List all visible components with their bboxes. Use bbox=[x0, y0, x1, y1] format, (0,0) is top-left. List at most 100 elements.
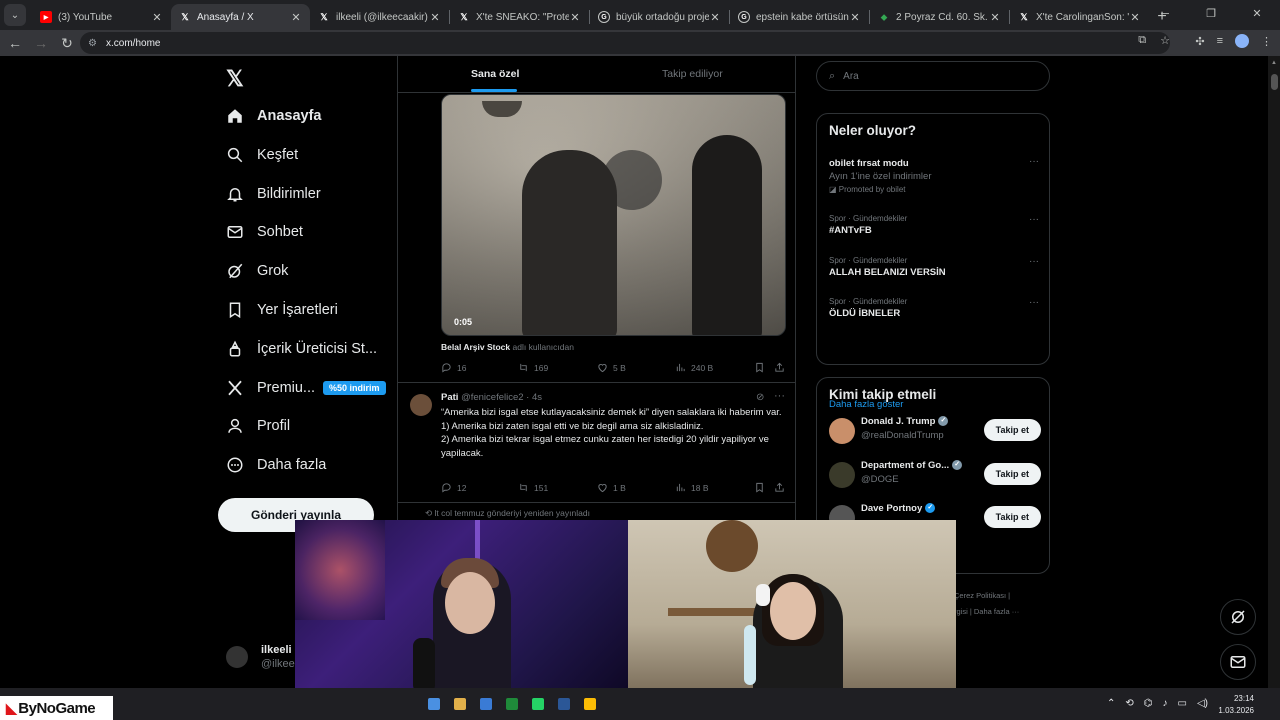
back-icon[interactable]: ← bbox=[2, 31, 28, 55]
repost-button[interactable]: 151 bbox=[518, 482, 548, 493]
close-window-icon[interactable]: ✕ bbox=[1234, 0, 1280, 28]
follow-suggestion[interactable]: Department of Go... ✓ @DOGE Takip et bbox=[829, 460, 1041, 490]
browser-tab[interactable]: 𝕏 X'te SNEAKO: "Protect Tur✕ bbox=[450, 4, 589, 30]
nav-item-person[interactable]: Profil bbox=[226, 413, 290, 439]
suggestion-avatar[interactable] bbox=[829, 418, 855, 444]
nav-item-creator-studio[interactable]: İçerik Üreticisi St... bbox=[226, 336, 377, 362]
taskbar-app-icon[interactable] bbox=[506, 698, 518, 710]
follow-button[interactable]: Takip et bbox=[983, 419, 1041, 441]
taskbar-app-icon[interactable] bbox=[480, 698, 492, 710]
site-info-icon[interactable]: ⚙ bbox=[88, 38, 100, 49]
scroll-thumb[interactable] bbox=[1271, 74, 1278, 90]
close-tab-icon[interactable]: ✕ bbox=[849, 11, 861, 24]
tab-following[interactable]: Takip ediliyor bbox=[662, 68, 723, 80]
bookmark-star-icon[interactable]: ☆ bbox=[1160, 34, 1170, 47]
nav-item-bookmark[interactable]: Yer İşaretleri bbox=[226, 297, 338, 323]
more-options-icon[interactable]: ··· bbox=[1029, 297, 1039, 308]
taskbar-app-icon[interactable] bbox=[532, 698, 544, 710]
footer-line[interactable]: rgisi | Daha fazla ··· bbox=[954, 604, 1054, 620]
more-options-icon[interactable]: ··· bbox=[1029, 256, 1039, 267]
nav-item-grok[interactable]: Grok bbox=[226, 258, 288, 284]
tweet-author-name[interactable]: Pati bbox=[441, 392, 458, 403]
like-button[interactable]: 1 B bbox=[597, 482, 626, 493]
reply-button[interactable]: 16 bbox=[441, 362, 466, 373]
browser-tab[interactable]: 𝕏 Anasayfa / X ✕ bbox=[171, 4, 310, 30]
grok-fab[interactable] bbox=[1220, 599, 1256, 635]
sync-icon[interactable]: ⟲ bbox=[1125, 698, 1133, 709]
reply-button[interactable]: 12 bbox=[441, 482, 466, 493]
system-clock[interactable]: 23:14 1.03.2026 bbox=[1218, 693, 1254, 717]
nav-item-home[interactable]: Anasayfa bbox=[226, 103, 321, 129]
extensions-icon[interactable]: ✣ bbox=[1195, 35, 1204, 48]
tweet-video[interactable]: 0:05 bbox=[441, 94, 786, 336]
close-tab-icon[interactable]: ✕ bbox=[151, 11, 163, 24]
media-icon[interactable]: ≡ bbox=[1217, 35, 1223, 47]
network-icon[interactable]: ⌬ bbox=[1144, 698, 1153, 709]
views-button[interactable]: 18 B bbox=[675, 482, 709, 493]
taskbar-app-icon[interactable] bbox=[454, 698, 466, 710]
close-tab-icon[interactable]: ✕ bbox=[989, 11, 1001, 24]
nav-item-more-circle[interactable]: Daha fazla bbox=[226, 452, 326, 478]
menu-icon[interactable]: ⋮ bbox=[1261, 35, 1272, 48]
messages-fab[interactable] bbox=[1220, 644, 1256, 680]
taskbar-app-icon[interactable] bbox=[584, 698, 596, 710]
minimize-icon[interactable]: ─ bbox=[1142, 0, 1188, 28]
tweet-author-handle[interactable]: @fenicefelice2 bbox=[461, 392, 523, 403]
nav-item-search[interactable]: Keşfet bbox=[226, 142, 298, 168]
follow-button[interactable]: Takip et bbox=[983, 462, 1041, 485]
search-input[interactable]: ⌕ Ara bbox=[816, 61, 1050, 91]
follow-suggestion[interactable]: Donald J. Trump ✓ @realDonaldTrump Takip et bbox=[829, 416, 1041, 446]
more-options-icon[interactable]: ··· bbox=[1029, 214, 1039, 225]
trend-item[interactable]: Spor · Gündemdekiler ALLAH BELANIZI VERSİ… bbox=[829, 256, 1039, 278]
restore-icon[interactable]: ❐ bbox=[1188, 0, 1234, 28]
chevron-up-icon[interactable]: ⌃ bbox=[1107, 698, 1115, 709]
like-button[interactable]: 5 B bbox=[597, 362, 626, 373]
more-options-icon[interactable]: ··· bbox=[1029, 156, 1039, 167]
browser-tab[interactable]: 𝕏ilkeeli (@ilkeecaakir) / X✕ bbox=[310, 4, 449, 30]
tweet-time[interactable]: 4s bbox=[532, 392, 542, 403]
x-logo-icon[interactable]: 𝕏 bbox=[226, 66, 244, 92]
browser-tab[interactable]: Gepstein kabe örtüsünü kir✕ bbox=[730, 4, 869, 30]
close-tab-icon[interactable]: ✕ bbox=[569, 11, 581, 24]
more-options-icon[interactable]: ··· bbox=[774, 390, 785, 402]
browser-tab[interactable]: 𝕏 X'te CarolinganSon: "@E✕ bbox=[1010, 4, 1149, 30]
trend-item[interactable]: obilet fırsat modu Ayın 1'ine özel indiri… bbox=[829, 156, 1039, 194]
nav-item-bell[interactable]: Bildirimler bbox=[226, 181, 321, 207]
profile-avatar[interactable] bbox=[1235, 34, 1249, 48]
reload-icon[interactable]: ↻ bbox=[54, 31, 80, 55]
tab-search-button[interactable]: ⌄ bbox=[4, 4, 26, 26]
tab-for-you[interactable]: Sana özel bbox=[471, 68, 519, 80]
share-button[interactable] bbox=[774, 482, 790, 493]
suggestion-avatar[interactable] bbox=[829, 461, 855, 488]
browser-tab[interactable]: ⬥ 2 Poyraz Cd. 60. Sk. - Goo✕ bbox=[870, 4, 1009, 30]
microphone-icon[interactable]: ♪ bbox=[1163, 698, 1168, 709]
browser-tab[interactable]: ▶ (3) YouTube ✕ bbox=[32, 4, 171, 30]
repost-button[interactable]: 169 bbox=[518, 362, 548, 373]
nav-item-mail[interactable]: Sohbet bbox=[226, 219, 303, 245]
forward-icon[interactable]: → bbox=[28, 31, 54, 55]
close-tab-icon[interactable]: ✕ bbox=[709, 11, 721, 24]
close-tab-icon[interactable]: ✕ bbox=[290, 11, 302, 24]
video-source-name[interactable]: Belal Arşiv Stock bbox=[441, 342, 510, 352]
trend-item[interactable]: Spor · Gündemdekiler #ANTvFB ··· bbox=[829, 214, 1039, 236]
close-tab-icon[interactable]: ✕ bbox=[429, 11, 441, 24]
follow-button[interactable]: Takip et bbox=[983, 506, 1041, 528]
display-icon[interactable]: ▭ bbox=[1178, 698, 1187, 709]
tweet-author-avatar[interactable] bbox=[410, 394, 432, 416]
footer-line[interactable]: Çerez Politikası | bbox=[954, 588, 1054, 604]
volume-icon[interactable]: ◁) bbox=[1197, 698, 1208, 709]
bookmark-button[interactable] bbox=[754, 482, 770, 493]
views-button[interactable]: 240 B bbox=[675, 362, 713, 373]
bookmark-button[interactable] bbox=[754, 362, 770, 373]
close-tab-icon[interactable]: ✕ bbox=[1129, 11, 1141, 24]
nav-item-x-premium[interactable]: Premiu... %50 indirim bbox=[226, 375, 386, 401]
scroll-up-icon[interactable]: ▲ bbox=[1271, 60, 1277, 66]
page-scrollbar[interactable]: ▲ bbox=[1268, 56, 1280, 688]
share-button[interactable] bbox=[774, 362, 790, 373]
browser-tab[interactable]: Gbüyük ortadoğu projesi h✕ bbox=[590, 4, 729, 30]
repost-notice[interactable]: ⟲ lt col temmuz gönderiyi yeniden yayınl… bbox=[425, 508, 590, 519]
address-bar[interactable]: ⚙ x.com/home bbox=[80, 32, 1170, 54]
taskbar-app-icon[interactable] bbox=[558, 698, 570, 710]
trend-item[interactable]: Spor · Gündemdekiler ÖLDÜ İBNELER ··· bbox=[829, 297, 1039, 319]
grok-icon[interactable]: ⊘ bbox=[756, 392, 764, 403]
